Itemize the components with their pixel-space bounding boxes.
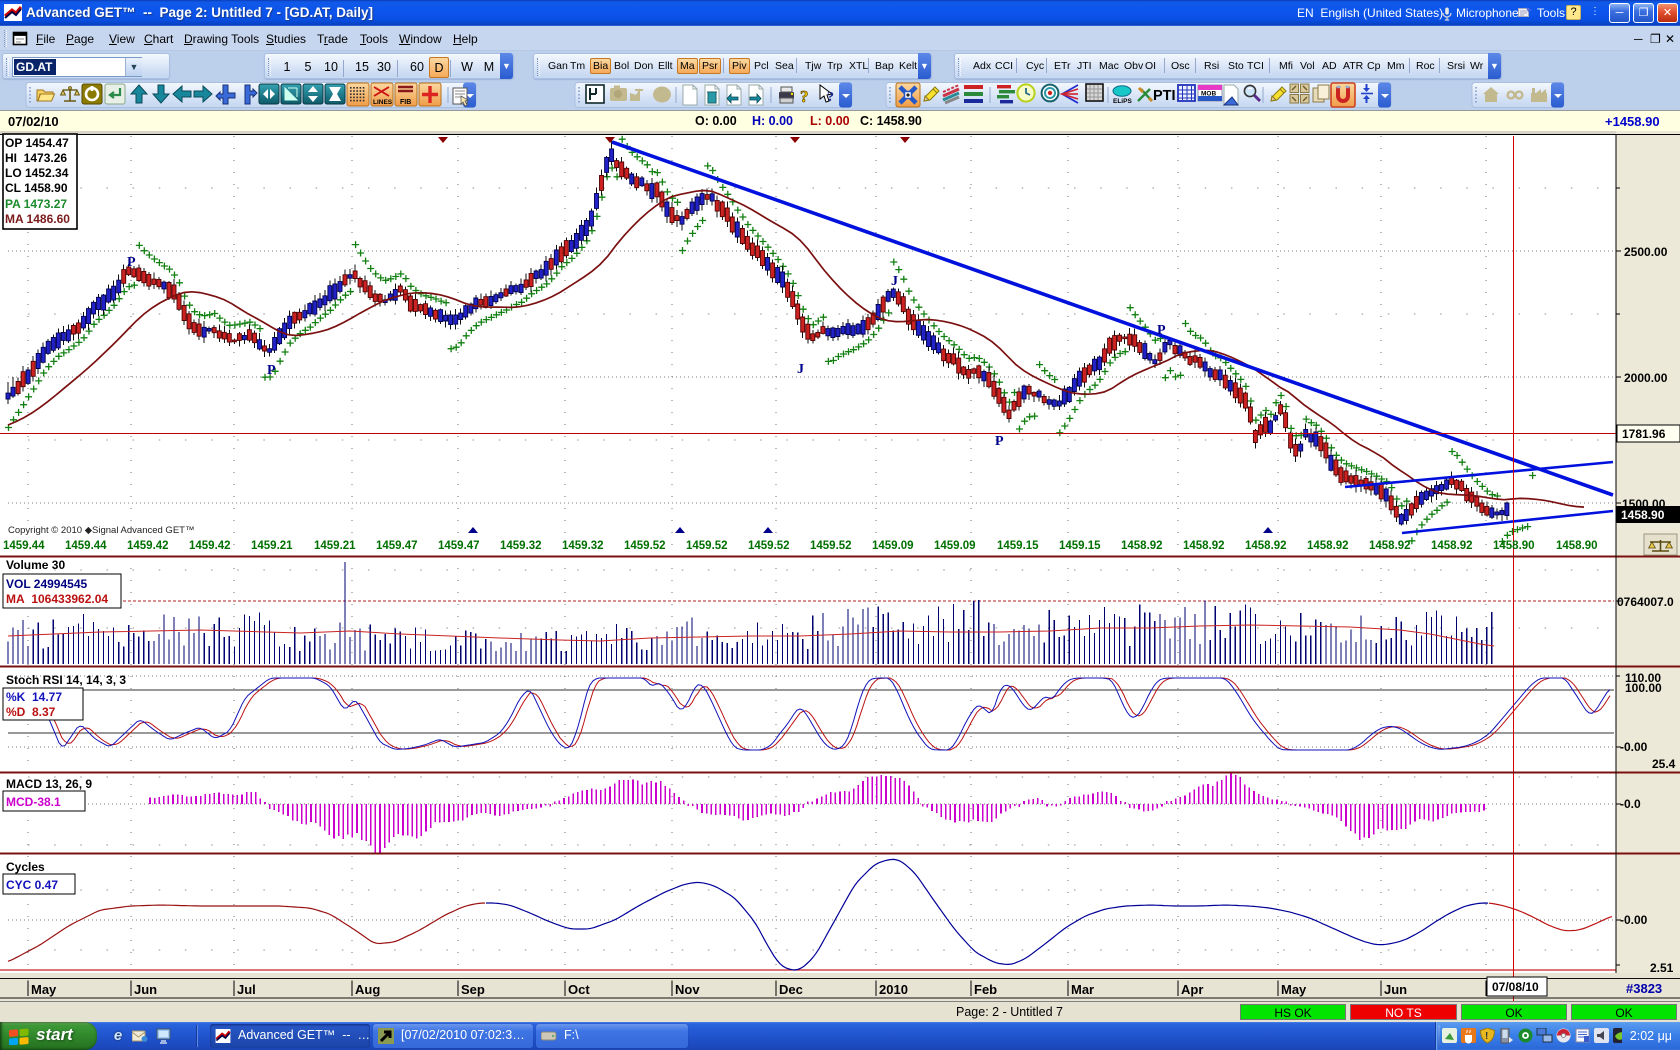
svg-text:MACD 13, 26, 9: MACD 13, 26, 9 [6, 777, 92, 791]
svg-text:FIB: FIB [400, 99, 411, 106]
svg-text:Sep: Sep [461, 982, 485, 997]
svg-text:HI 1473.26: HI 1473.26 [5, 151, 67, 165]
svg-text:-0.00: -0.00 [1620, 740, 1648, 754]
svg-text:%K 14.77: %K 14.77 [6, 690, 62, 704]
svg-text:1459.44: 1459.44 [3, 540, 45, 552]
svg-text:Nov: Nov [675, 982, 700, 997]
svg-text:1458.92: 1458.92 [1183, 540, 1225, 552]
svg-text:1459.09: 1459.09 [934, 540, 976, 552]
svg-text:MOB: MOB [1201, 91, 1216, 98]
svg-text:100.00: 100.00 [1625, 681, 1662, 695]
svg-text:MA 1486.60: MA 1486.60 [5, 212, 70, 226]
svg-text:LINES: LINES [373, 99, 393, 106]
svg-text:1781.96: 1781.96 [1622, 427, 1666, 441]
svg-text:1459.21: 1459.21 [314, 540, 356, 552]
svg-text:1459.15: 1459.15 [997, 540, 1039, 552]
svg-text:Aug: Aug [355, 982, 380, 997]
svg-text:PTI: PTI [1153, 88, 1176, 104]
svg-text:P: P [995, 434, 1004, 449]
svg-text:Mar: Mar [1071, 982, 1094, 997]
svg-text:Oct: Oct [568, 982, 590, 997]
svg-text:1459.47: 1459.47 [376, 540, 418, 552]
svg-text:2010: 2010 [879, 982, 908, 997]
svg-text:1459.15: 1459.15 [1059, 540, 1101, 552]
svg-text:Dec: Dec [779, 982, 803, 997]
svg-text:1459.52: 1459.52 [748, 540, 790, 552]
svg-text:MCD-38.1: MCD-38.1 [6, 795, 61, 809]
svg-text:1458.92: 1458.92 [1431, 540, 1473, 552]
svg-text:1458.90: 1458.90 [1493, 540, 1535, 552]
svg-text:1459.44: 1459.44 [65, 540, 107, 552]
svg-text:P: P [1157, 323, 1166, 338]
svg-text:Jun: Jun [1384, 982, 1407, 997]
svg-text:0764007.0: 0764007.0 [1617, 595, 1674, 609]
svg-text:Volume 30: Volume 30 [6, 558, 65, 572]
svg-text:%D 8.37: %D 8.37 [6, 705, 56, 719]
svg-text:2500.00: 2500.00 [1624, 245, 1668, 259]
svg-text:1458.90: 1458.90 [1621, 508, 1665, 522]
svg-text:2000.00: 2000.00 [1624, 371, 1668, 385]
svg-text:1459.09: 1459.09 [872, 540, 914, 552]
svg-text:OP 1454.47: OP 1454.47 [5, 136, 69, 150]
svg-text:1459.21: 1459.21 [251, 540, 293, 552]
svg-text:Feb: Feb [974, 982, 997, 997]
svg-text:Stoch RSI 14, 14, 3, 3: Stoch RSI 14, 14, 3, 3 [6, 673, 126, 687]
svg-text:J: J [797, 362, 804, 377]
svg-text:J: J [891, 274, 898, 289]
svg-text:1459.42: 1459.42 [127, 540, 169, 552]
svg-text:Apr: Apr [1181, 982, 1203, 997]
svg-text:Copyright © 2010 ◆Signal Advan: Copyright © 2010 ◆Signal Advanced GET™ [8, 525, 194, 536]
svg-text:VOL 24994545: VOL 24994545 [6, 577, 88, 591]
svg-text:ELiPS: ELiPS [1113, 98, 1132, 105]
svg-text:?: ? [827, 90, 834, 105]
svg-text:-0.0: -0.0 [1620, 797, 1641, 811]
svg-text:1459.32: 1459.32 [500, 540, 542, 552]
svg-text:#3823: #3823 [1626, 981, 1662, 996]
svg-text:May: May [1281, 982, 1307, 997]
svg-text:Jul: Jul [237, 982, 256, 997]
svg-text:Cycles: Cycles [6, 860, 45, 874]
svg-text:1459.47: 1459.47 [438, 540, 480, 552]
svg-text:1459.32: 1459.32 [562, 540, 604, 552]
svg-text:LO 1452.34: LO 1452.34 [5, 166, 69, 180]
svg-text:1459.52: 1459.52 [686, 540, 728, 552]
svg-text:1458.92: 1458.92 [1245, 540, 1287, 552]
svg-text:P: P [127, 255, 136, 270]
svg-text:1459.42: 1459.42 [189, 540, 231, 552]
svg-text:MA 106433962.04: MA 106433962.04 [6, 592, 108, 606]
svg-text:PA 1473.27: PA 1473.27 [5, 197, 67, 211]
svg-text:1459.52: 1459.52 [624, 540, 666, 552]
svg-text:07/08/10: 07/08/10 [1492, 980, 1539, 994]
svg-text:1458.92: 1458.92 [1369, 540, 1411, 552]
svg-text:CYC 0.47: CYC 0.47 [6, 878, 58, 892]
svg-text:P: P [267, 363, 276, 378]
svg-text:May: May [31, 982, 57, 997]
svg-text:?: ? [800, 87, 809, 106]
svg-text:Jun: Jun [134, 982, 157, 997]
svg-text:25.4: 25.4 [1652, 757, 1676, 771]
svg-text:!: ! [1485, 1031, 1488, 1042]
svg-text:1459.52: 1459.52 [810, 540, 852, 552]
svg-text:1458.92: 1458.92 [1307, 540, 1349, 552]
svg-text:2.51: 2.51 [1650, 961, 1674, 975]
svg-text:1458.90: 1458.90 [1556, 540, 1598, 552]
svg-text:CL 1458.90: CL 1458.90 [5, 181, 68, 195]
svg-text:-0.00: -0.00 [1620, 913, 1648, 927]
svg-text:1458.92: 1458.92 [1121, 540, 1163, 552]
